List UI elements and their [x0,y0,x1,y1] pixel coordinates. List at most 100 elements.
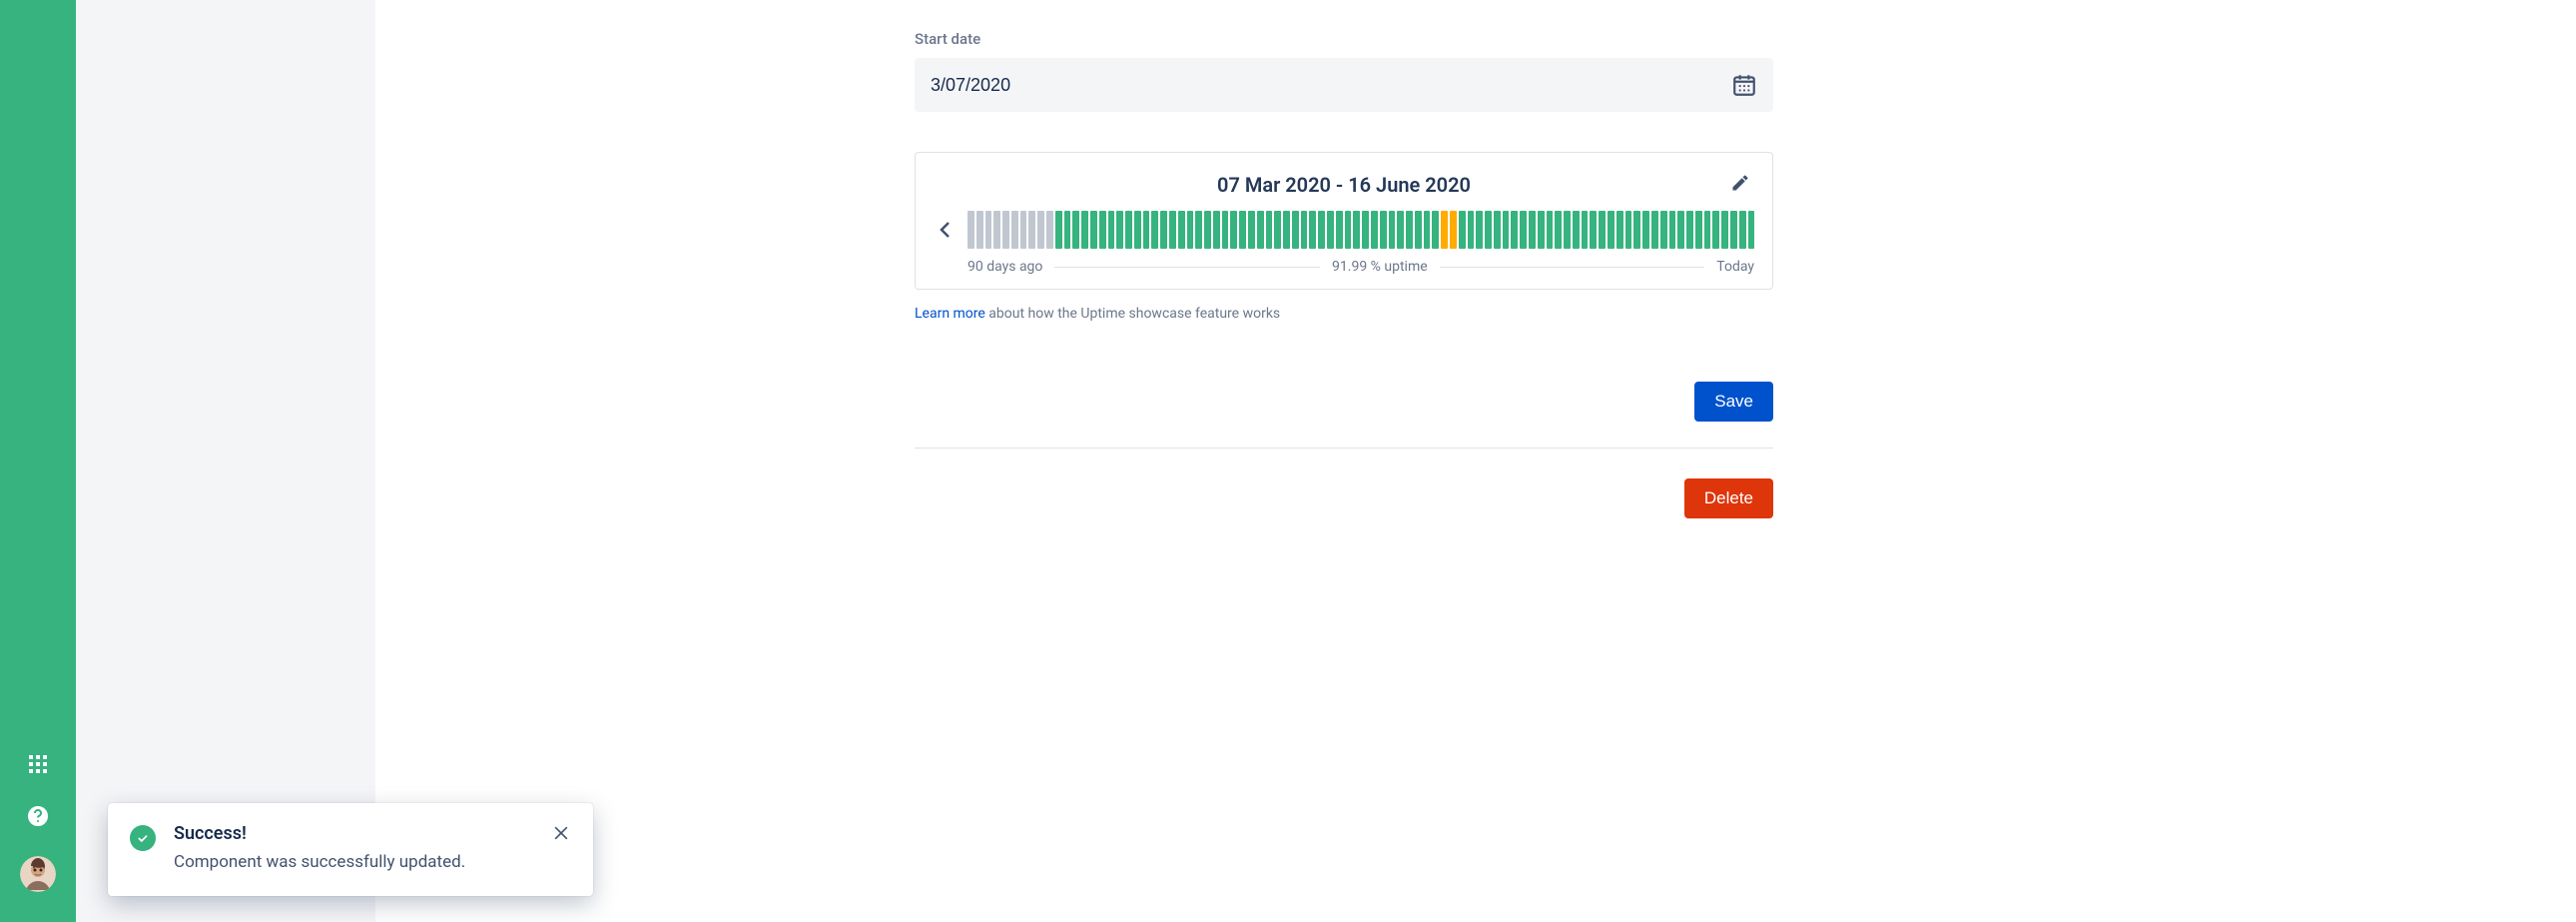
uptime-bar[interactable] [1116,211,1123,249]
user-avatar[interactable] [20,856,56,892]
uptime-bar[interactable] [1134,211,1141,249]
uptime-bar[interactable] [1590,211,1597,249]
uptime-bar[interactable] [1336,211,1343,249]
uptime-bar[interactable] [1476,211,1483,249]
uptime-bar[interactable] [1686,211,1693,249]
uptime-bar[interactable] [1283,211,1290,249]
uptime-bar[interactable] [1301,211,1308,249]
uptime-bar[interactable] [1748,211,1755,249]
uptime-bar[interactable] [1020,211,1027,249]
uptime-bar[interactable] [1397,211,1404,249]
uptime-bar[interactable] [1712,211,1719,249]
uptime-bar[interactable] [1642,211,1649,249]
uptime-bar[interactable] [985,211,992,249]
uptime-bar[interactable] [1353,211,1360,249]
close-icon[interactable] [551,823,571,843]
uptime-bar[interactable] [1072,211,1079,249]
uptime-bar[interactable] [1151,211,1158,249]
chevron-left-icon[interactable] [934,218,958,242]
uptime-bar[interactable] [1257,211,1264,249]
uptime-bar[interactable] [1511,211,1518,249]
uptime-bar[interactable] [1608,211,1614,249]
uptime-bar[interactable] [1055,211,1062,249]
uptime-bar[interactable] [1345,211,1352,249]
uptime-bar[interactable] [1450,211,1457,249]
calendar-icon[interactable] [1731,72,1757,98]
uptime-bar[interactable] [1213,211,1220,249]
uptime-bar[interactable] [1555,211,1562,249]
uptime-bar[interactable] [1739,211,1746,249]
uptime-bar[interactable] [1441,211,1448,249]
uptime-bar[interactable] [1677,211,1684,249]
uptime-bar[interactable] [1099,211,1106,249]
uptime-bar[interactable] [1327,211,1334,249]
uptime-bar[interactable] [1239,211,1246,249]
uptime-bar[interactable] [1028,211,1035,249]
uptime-bar[interactable] [1424,211,1431,249]
uptime-bar[interactable] [1730,211,1737,249]
uptime-bar[interactable] [1695,211,1702,249]
start-date-input[interactable] [931,75,1731,96]
uptime-bar[interactable] [1415,211,1422,249]
uptime-bar[interactable] [1160,211,1167,249]
learn-more-link[interactable]: Learn more [915,306,985,322]
start-date-field[interactable] [915,58,1773,112]
uptime-bar[interactable] [1204,211,1211,249]
uptime-bar[interactable] [1064,211,1071,249]
uptime-bar[interactable] [1002,211,1009,249]
uptime-bar[interactable] [1178,211,1185,249]
uptime-bar[interactable] [1037,211,1044,249]
uptime-bar[interactable] [1468,211,1475,249]
uptime-bar[interactable] [1529,211,1536,249]
uptime-bar[interactable] [1292,211,1299,249]
uptime-bar[interactable] [1503,211,1510,249]
uptime-bar[interactable] [1081,211,1088,249]
uptime-bar[interactable] [1538,211,1545,249]
save-button[interactable]: Save [1694,382,1773,422]
uptime-bar[interactable] [1660,211,1667,249]
uptime-bar[interactable] [1046,211,1053,249]
uptime-bar[interactable] [1547,211,1554,249]
uptime-bar[interactable] [1573,211,1580,249]
uptime-bar[interactable] [1011,211,1018,249]
uptime-bar[interactable] [1432,211,1439,249]
uptime-bar[interactable] [1406,211,1413,249]
uptime-bar[interactable] [1633,211,1640,249]
uptime-bar[interactable] [1143,211,1150,249]
uptime-bar[interactable] [1362,211,1369,249]
uptime-bar[interactable] [1125,211,1132,249]
uptime-bar[interactable] [993,211,1000,249]
uptime-bar[interactable] [1266,211,1273,249]
uptime-bar[interactable] [1380,211,1387,249]
uptime-bar[interactable] [1669,211,1676,249]
pencil-icon[interactable] [1730,173,1750,193]
uptime-bar[interactable] [1187,211,1194,249]
uptime-bar[interactable] [1195,211,1202,249]
uptime-bar[interactable] [1494,211,1501,249]
uptime-bar[interactable] [1090,211,1097,249]
uptime-bar[interactable] [1371,211,1378,249]
uptime-bar[interactable] [1222,211,1229,249]
uptime-bar[interactable] [1564,211,1571,249]
apps-icon[interactable] [26,752,50,776]
uptime-bar[interactable] [1230,211,1237,249]
uptime-bar[interactable] [1721,211,1728,249]
uptime-bar[interactable] [1520,211,1527,249]
uptime-bar[interactable] [1318,211,1325,249]
delete-button[interactable]: Delete [1684,478,1773,518]
uptime-bar[interactable] [1651,211,1658,249]
uptime-bar[interactable] [1625,211,1632,249]
uptime-bar[interactable] [1108,211,1115,249]
uptime-bar[interactable] [1599,211,1606,249]
uptime-bar[interactable] [1274,211,1281,249]
uptime-bar[interactable] [1582,211,1589,249]
uptime-bar[interactable] [1309,211,1316,249]
uptime-bar[interactable] [1459,211,1466,249]
uptime-bar[interactable] [1169,211,1176,249]
uptime-bar[interactable] [1616,211,1623,249]
uptime-bar[interactable] [1485,211,1492,249]
uptime-bar[interactable] [1389,211,1396,249]
help-icon[interactable] [26,804,50,828]
uptime-bar[interactable] [967,211,974,249]
uptime-bar[interactable] [976,211,983,249]
